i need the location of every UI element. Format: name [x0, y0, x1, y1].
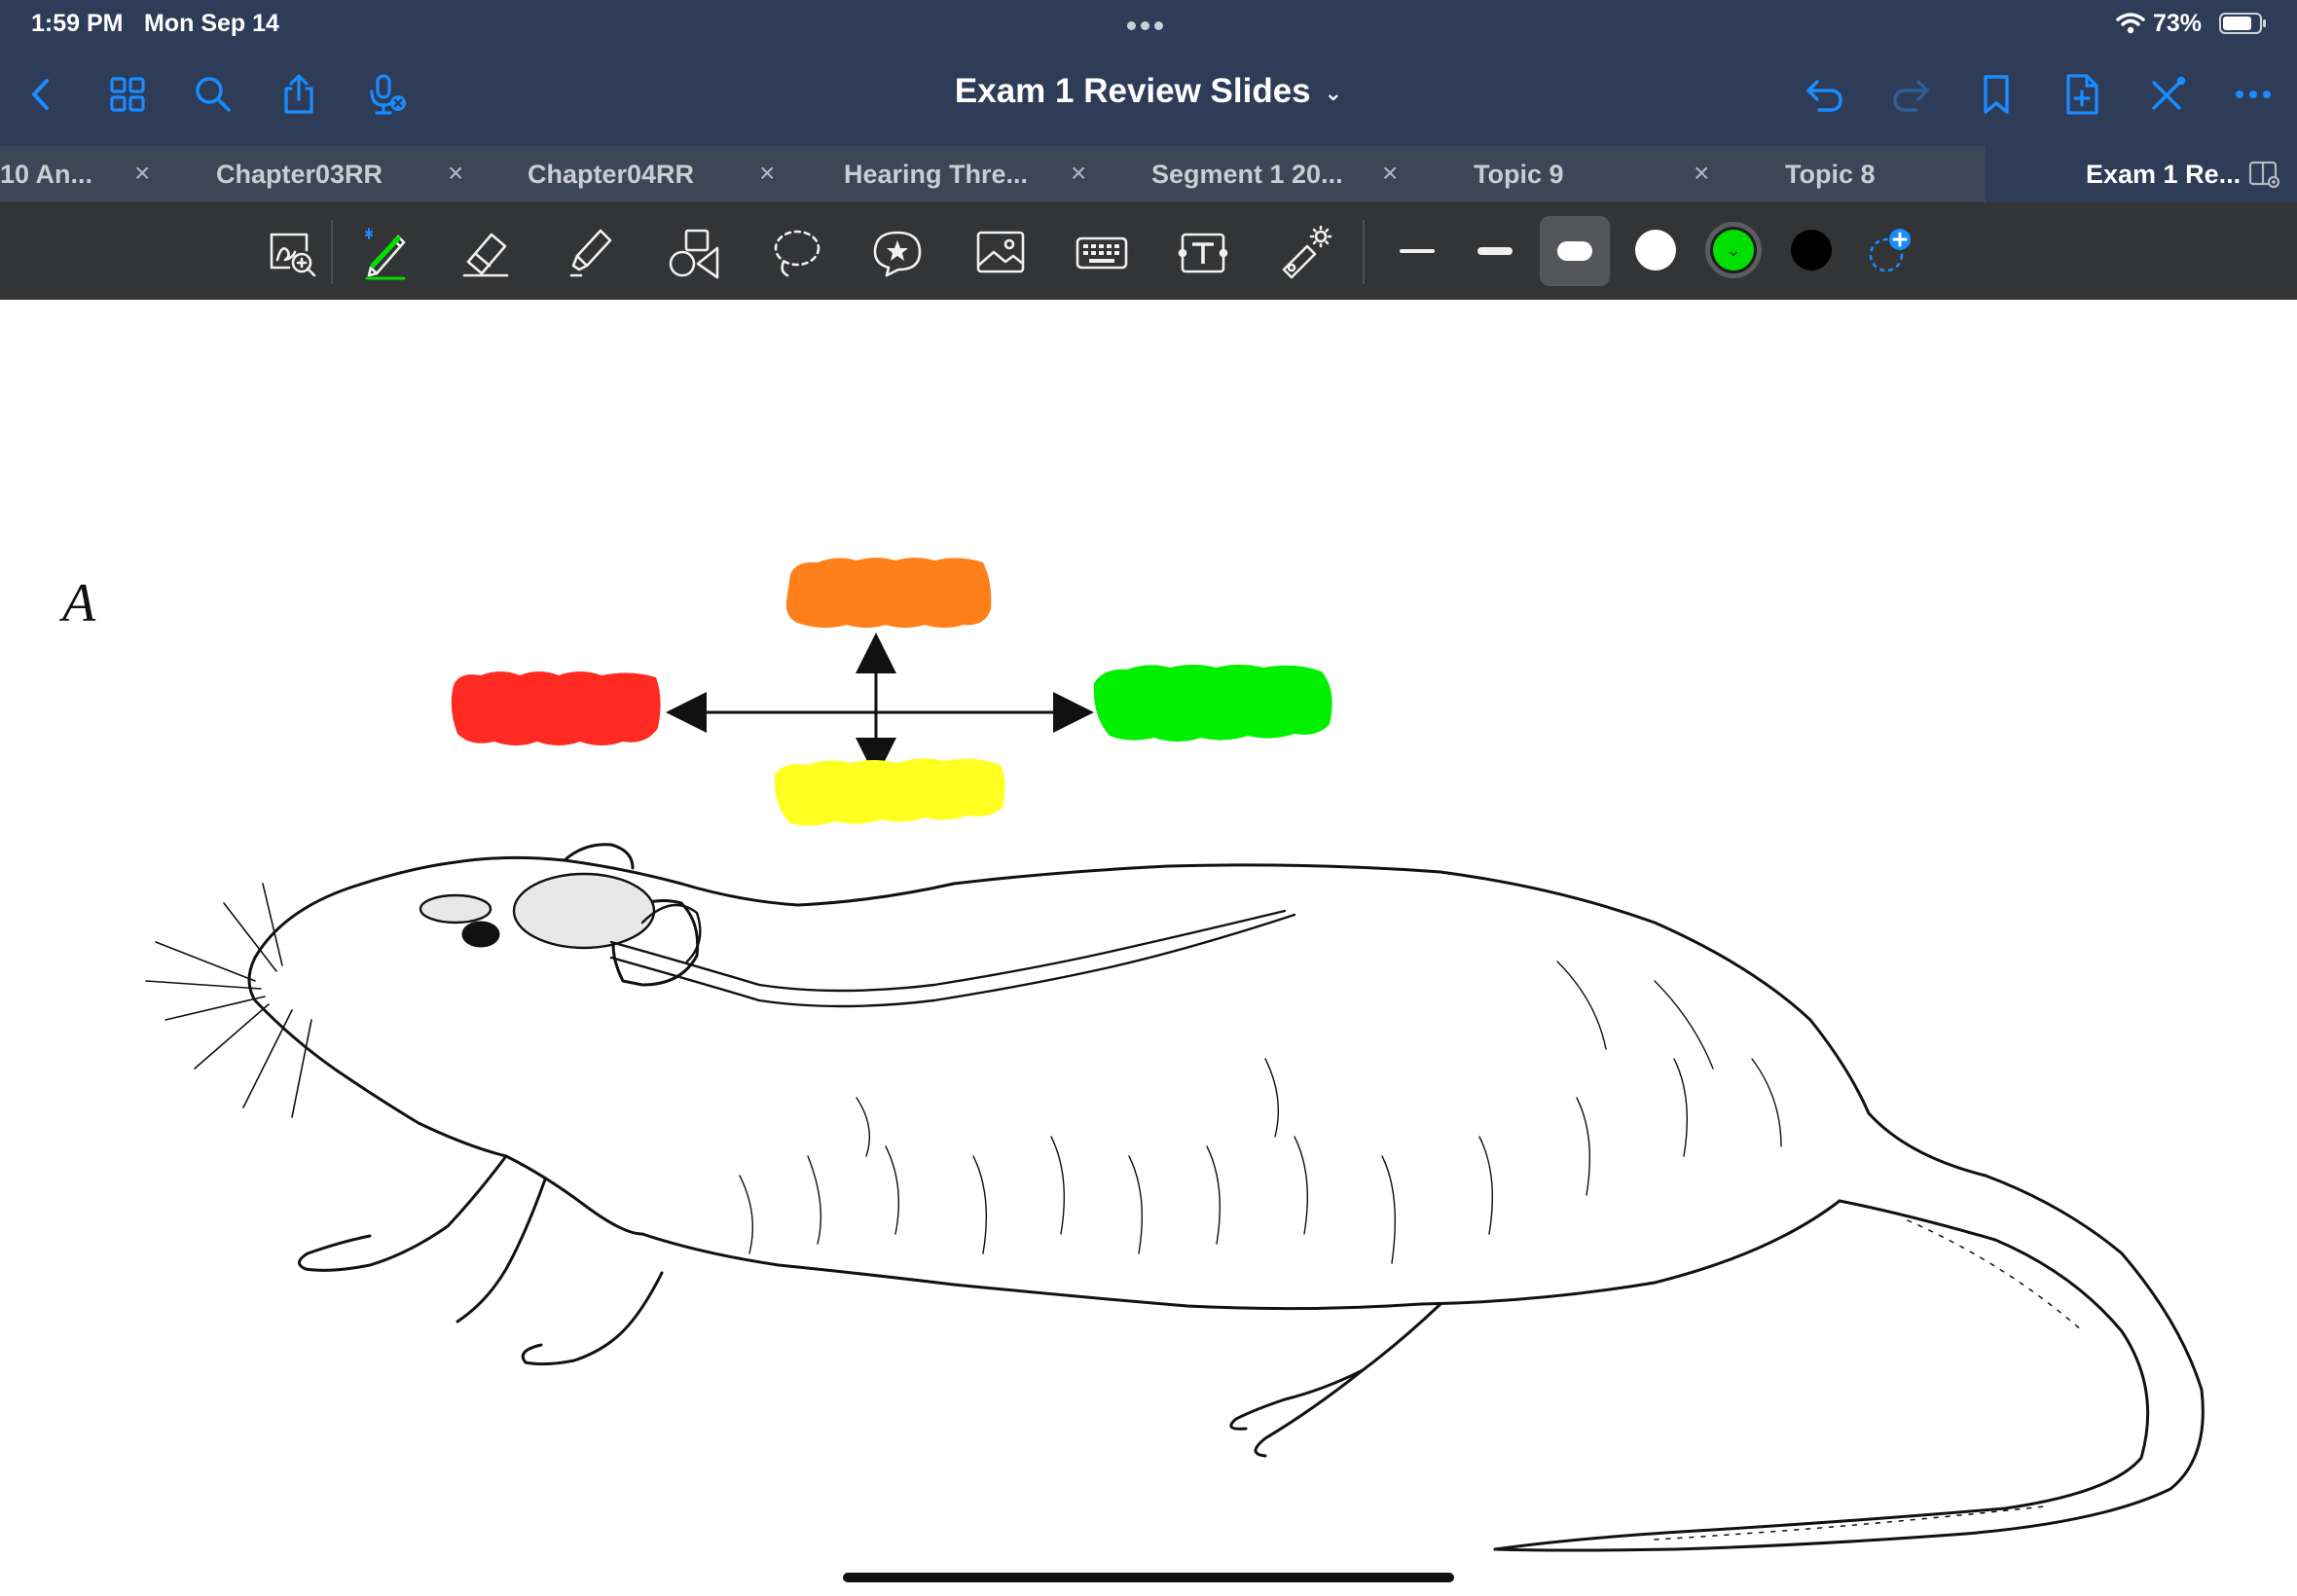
- red-marker-scribble[interactable]: [451, 671, 661, 745]
- stroke-width-thick-selected[interactable]: [1540, 216, 1610, 286]
- tab-close-icon[interactable]: ×: [1382, 158, 1398, 189]
- color-swatch-black[interactable]: [1791, 230, 1832, 271]
- color-swatch-green-selected[interactable]: ⌄: [1705, 222, 1762, 278]
- tab-item[interactable]: Topic 9 ×: [1411, 146, 1723, 202]
- share-icon[interactable]: [273, 68, 325, 121]
- bookmark-icon[interactable]: [1970, 68, 2023, 121]
- redo-icon[interactable]: [1884, 68, 1937, 121]
- tab-label: Chapter03RR: [216, 160, 383, 189]
- checkmark-icon: ⌄: [1713, 230, 1754, 271]
- orange-marker-scribble[interactable]: [785, 558, 992, 628]
- add-page-icon[interactable]: [2056, 68, 2108, 121]
- eraser-icon[interactable]: [456, 222, 518, 284]
- wifi-icon: [2116, 13, 2145, 34]
- green-marker-scribble[interactable]: [1093, 665, 1332, 742]
- image-icon[interactable]: [969, 222, 1032, 284]
- tab-close-icon[interactable]: ×: [1071, 158, 1086, 189]
- split-view-icon[interactable]: [2248, 160, 2279, 189]
- add-color-icon[interactable]: [1863, 224, 1917, 278]
- tab-item[interactable]: Segment 1 20... ×: [1100, 146, 1411, 202]
- multitasking-dots-icon[interactable]: [1127, 18, 1170, 30]
- status-time: 1:59 PM: [31, 10, 124, 37]
- tab-item[interactable]: 10 An... ×: [0, 146, 165, 202]
- shapes-icon[interactable]: [662, 222, 724, 284]
- tab-close-icon[interactable]: ×: [134, 158, 150, 189]
- search-icon[interactable]: [187, 68, 239, 121]
- more-icon[interactable]: [2227, 68, 2279, 121]
- zoom-lens-icon[interactable]: [261, 222, 323, 284]
- undo-icon[interactable]: [1799, 68, 1851, 121]
- sticker-icon[interactable]: [866, 222, 929, 284]
- keyboard-icon[interactable]: [1071, 222, 1133, 284]
- mic-icon[interactable]: [362, 68, 415, 121]
- battery-percent: 73%: [2153, 10, 2203, 37]
- text-box-icon[interactable]: [1172, 222, 1234, 284]
- stroke-width-thin[interactable]: [1390, 224, 1444, 278]
- chevron-down-icon[interactable]: ⌄: [1325, 81, 1342, 106]
- tab-item[interactable]: Topic 8 ×: [1723, 146, 2021, 202]
- orientation-arrows: [666, 633, 1094, 779]
- toolbar-divider: [331, 220, 333, 284]
- tab-strip: 10 An... × Chapter03RR × Chapter04RR × H…: [0, 146, 2297, 202]
- home-indicator[interactable]: [843, 1573, 1454, 1582]
- tab-item[interactable]: Chapter03RR ×: [165, 146, 477, 202]
- pen-icon[interactable]: [354, 222, 417, 284]
- tab-label: Exam 1 Re...: [2086, 160, 2242, 189]
- rat-drawing: [145, 843, 2205, 1552]
- status-bar: 1:59 PM Mon Sep 14 73%: [0, 0, 2297, 47]
- tab-close-icon[interactable]: ×: [448, 158, 463, 189]
- tab-label: Chapter04RR: [528, 160, 695, 189]
- tab-label: Topic 9: [1474, 160, 1564, 189]
- close-tools-icon[interactable]: [2141, 68, 2194, 121]
- toolbar-divider: [1363, 220, 1365, 284]
- status-date: Mon Sep 14: [144, 10, 279, 37]
- document-page[interactable]: A: [0, 300, 2297, 1596]
- laser-pointer-icon[interactable]: [1273, 222, 1335, 284]
- tab-label: Segment 1 20...: [1151, 160, 1343, 189]
- tab-close-icon[interactable]: ×: [759, 158, 775, 189]
- grid-icon[interactable]: [101, 68, 154, 121]
- color-swatch-white[interactable]: [1635, 230, 1676, 271]
- tab-label: Topic 8: [1785, 160, 1876, 189]
- nav-row: Exam 1 Review Slides ⌄: [0, 56, 2297, 134]
- battery-icon: [2219, 13, 2266, 34]
- tab-label: Hearing Thre...: [844, 160, 1029, 189]
- stroke-width-medium[interactable]: [1468, 224, 1522, 278]
- tool-bar: ⌄: [0, 202, 2297, 300]
- top-bar: 1:59 PM Mon Sep 14 73% Exam 1 Review Sli…: [0, 0, 2297, 146]
- lasso-icon[interactable]: [765, 222, 827, 284]
- highlighter-icon[interactable]: [559, 222, 621, 284]
- rat-illustration-canvas[interactable]: [0, 300, 2297, 1596]
- back-chevron-icon[interactable]: [16, 68, 68, 121]
- tab-item[interactable]: Chapter04RR ×: [477, 146, 788, 202]
- tab-label: 10 An...: [0, 160, 93, 189]
- tab-item-active[interactable]: Exam 1 Re...: [1986, 146, 2297, 202]
- document-title[interactable]: Exam 1 Review Slides ⌄: [955, 72, 1342, 110]
- yellow-marker-scribble[interactable]: [774, 758, 1005, 826]
- tab-item[interactable]: Hearing Thre... ×: [788, 146, 1100, 202]
- tab-close-icon[interactable]: ×: [1694, 158, 1709, 189]
